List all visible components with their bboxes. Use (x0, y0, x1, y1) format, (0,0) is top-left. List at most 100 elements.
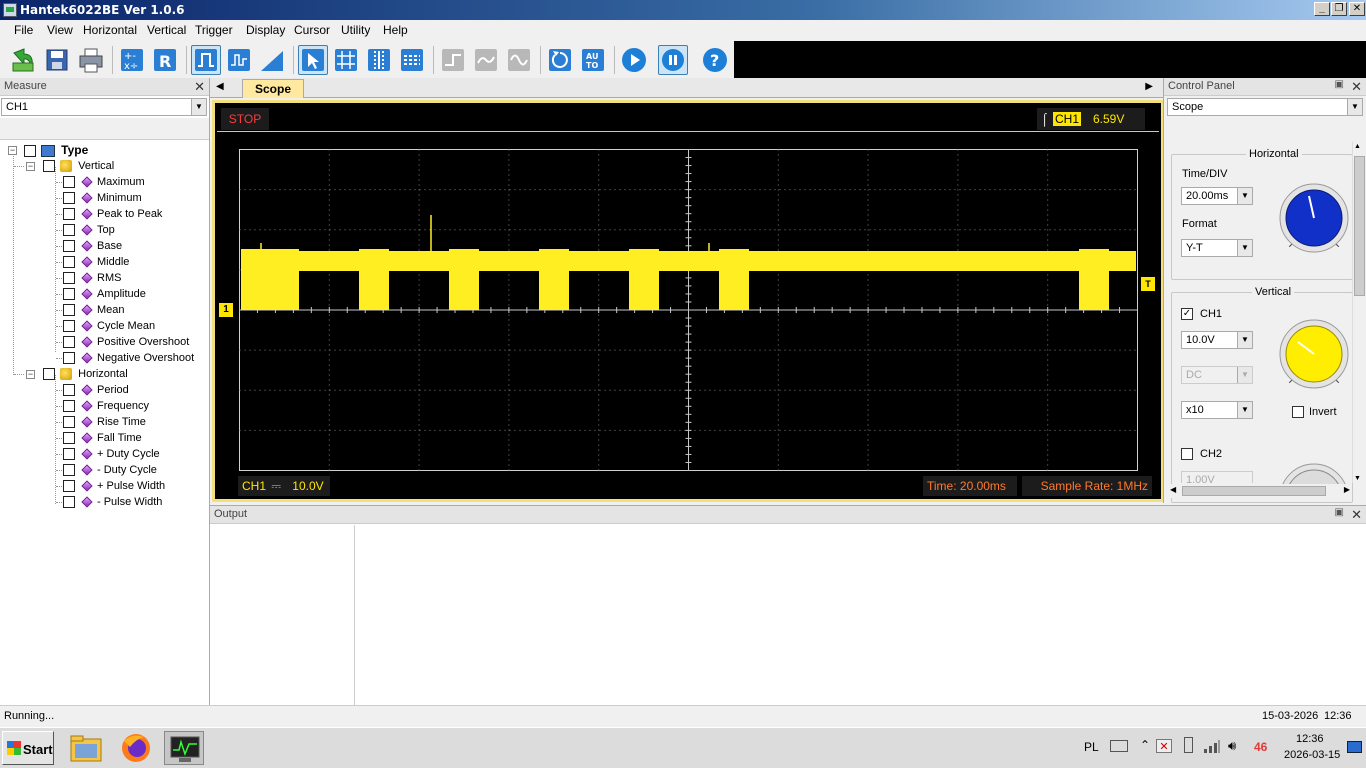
file-explorer-icon[interactable] (66, 731, 106, 765)
measure-item[interactable]: Mean (63, 302, 125, 318)
control-mode-select[interactable]: Scope ▼ (1167, 98, 1363, 116)
format-select[interactable]: Y-T ▼ (1181, 239, 1253, 257)
checkbox[interactable] (63, 288, 75, 301)
checkbox[interactable] (63, 480, 75, 493)
checkbox[interactable] (63, 240, 75, 253)
sine-line-icon[interactable] (504, 45, 534, 75)
measure-item[interactable]: - Duty Cycle (63, 462, 157, 478)
checkbox[interactable] (63, 432, 75, 445)
checkbox[interactable] (63, 416, 75, 429)
scope-display[interactable]: STOP ⌠ CH1 6.59V 1 T CH1 ⎓ 10.0V Time: 2… (212, 100, 1164, 502)
checkbox[interactable] (63, 192, 75, 205)
checkbox[interactable] (63, 464, 75, 477)
tree-vertical-group[interactable]: Vertical (43, 158, 114, 174)
waveform-grid[interactable] (239, 149, 1139, 472)
fast-line-icon[interactable] (438, 45, 468, 75)
measure-item[interactable]: Rise Time (63, 414, 146, 430)
menu-help[interactable]: Help (383, 23, 408, 37)
measure-item[interactable]: Cycle Mean (63, 318, 155, 334)
menu-view[interactable]: View (47, 23, 73, 37)
menu-file[interactable]: File (14, 23, 33, 37)
clock-date[interactable]: 2026-03-15 (1284, 749, 1340, 761)
undo-icon[interactable] (545, 45, 575, 75)
measure-item[interactable]: Positive Overshoot (63, 334, 189, 350)
measure-item[interactable]: Amplitude (63, 286, 146, 302)
checkbox[interactable] (63, 336, 75, 349)
battery-icon[interactable] (1184, 737, 1193, 753)
show-desktop-icon[interactable] (1347, 741, 1362, 753)
measure-item[interactable]: - Pulse Width (63, 494, 162, 510)
menu-horizontal[interactable]: Horizontal (83, 23, 137, 37)
checkbox[interactable] (43, 368, 55, 381)
measure-item[interactable]: + Duty Cycle (63, 446, 160, 462)
measure-item[interactable]: Base (63, 238, 122, 254)
minimize-button[interactable]: _ (1314, 2, 1330, 16)
measure-item[interactable]: Fall Time (63, 430, 142, 446)
menu-display[interactable]: Display (246, 23, 285, 37)
help-icon[interactable]: ? (700, 45, 730, 75)
print-icon[interactable] (76, 45, 106, 75)
horizontal-collapse-icon[interactable]: − (26, 370, 35, 379)
tab-right-arrow-icon[interactable]: ▶ (1145, 81, 1153, 92)
invert-checkbox[interactable] (1292, 406, 1304, 418)
control-horizontal-scrollbar[interactable]: ◀ ▶ (1168, 484, 1352, 498)
tab-scope[interactable]: Scope (242, 79, 304, 98)
tree-horizontal-group[interactable]: Horizontal (43, 366, 128, 382)
refresh-icon[interactable] (8, 45, 38, 75)
root-collapse-icon[interactable]: − (8, 146, 17, 155)
start-button[interactable]: Start (2, 731, 54, 765)
run-icon[interactable] (619, 45, 649, 75)
checkbox[interactable] (63, 400, 75, 413)
checkbox[interactable] (43, 160, 55, 173)
save-icon[interactable] (42, 45, 72, 75)
tree-root[interactable]: Type (24, 142, 88, 158)
volume-icon[interactable]: 🔊︎ (1228, 738, 1236, 754)
measure-item[interactable]: Maximum (63, 174, 145, 190)
pin-icon[interactable]: ▣ (1335, 507, 1344, 518)
clock-time[interactable]: 12:36 (1296, 733, 1324, 745)
tray-badge[interactable]: 46 (1254, 740, 1267, 754)
measure-item[interactable]: Middle (63, 254, 129, 270)
pin-icon[interactable]: ▣ (1335, 79, 1344, 90)
language-indicator[interactable]: PL (1084, 740, 1099, 754)
checkbox[interactable] (63, 496, 75, 509)
ch1-volt-knob[interactable] (1276, 316, 1352, 392)
ch1-position-marker[interactable]: 1 (219, 303, 233, 317)
measure-item[interactable]: Negative Overshoot (63, 350, 194, 366)
measure-item[interactable]: + Pulse Width (63, 478, 165, 494)
time-div-knob[interactable] (1276, 180, 1352, 256)
hantek-task-icon[interactable] (164, 731, 204, 765)
measure-item[interactable]: Top (63, 222, 115, 238)
checkbox[interactable] (63, 384, 75, 397)
math-icon[interactable]: +- x÷ (117, 45, 147, 75)
measure-item[interactable]: Frequency (63, 398, 149, 414)
grid-icon[interactable] (331, 45, 361, 75)
vertical-collapse-icon[interactable]: − (26, 162, 35, 171)
measure-item[interactable]: Peak to Peak (63, 206, 162, 222)
checkbox[interactable] (63, 272, 75, 285)
close-icon[interactable]: ✕ (1351, 507, 1362, 523)
tab-left-arrow-icon[interactable]: ◀ (216, 81, 224, 92)
control-vertical-scrollbar[interactable]: ▲ ▼ (1352, 142, 1366, 483)
pointer-icon[interactable] (298, 45, 328, 75)
pulse-wave-icon[interactable] (191, 45, 221, 75)
close-button[interactable]: ✕ (1349, 2, 1365, 16)
center-grid-icon[interactable] (364, 45, 394, 75)
checkbox[interactable] (63, 256, 75, 269)
checkbox[interactable] (63, 304, 75, 317)
reference-icon[interactable]: R (150, 45, 180, 75)
menu-trigger[interactable]: Trigger (195, 23, 233, 37)
close-icon[interactable]: ✕ (194, 79, 205, 95)
measure-channel-select[interactable]: CH1 ▼ (1, 98, 207, 116)
tray-expand-icon[interactable]: ⌃ (1140, 738, 1150, 752)
checkbox[interactable] (63, 320, 75, 333)
checkbox[interactable] (63, 224, 75, 237)
checkbox[interactable] (24, 145, 36, 158)
firefox-icon[interactable] (116, 731, 156, 765)
measure-item[interactable]: Minimum (63, 190, 142, 206)
checkbox[interactable] (63, 176, 75, 189)
menu-cursor[interactable]: Cursor (294, 23, 330, 37)
step-wave-icon[interactable] (224, 45, 254, 75)
slow-line-icon[interactable] (471, 45, 501, 75)
network-disconnected-icon[interactable]: ✕ (1156, 739, 1172, 753)
